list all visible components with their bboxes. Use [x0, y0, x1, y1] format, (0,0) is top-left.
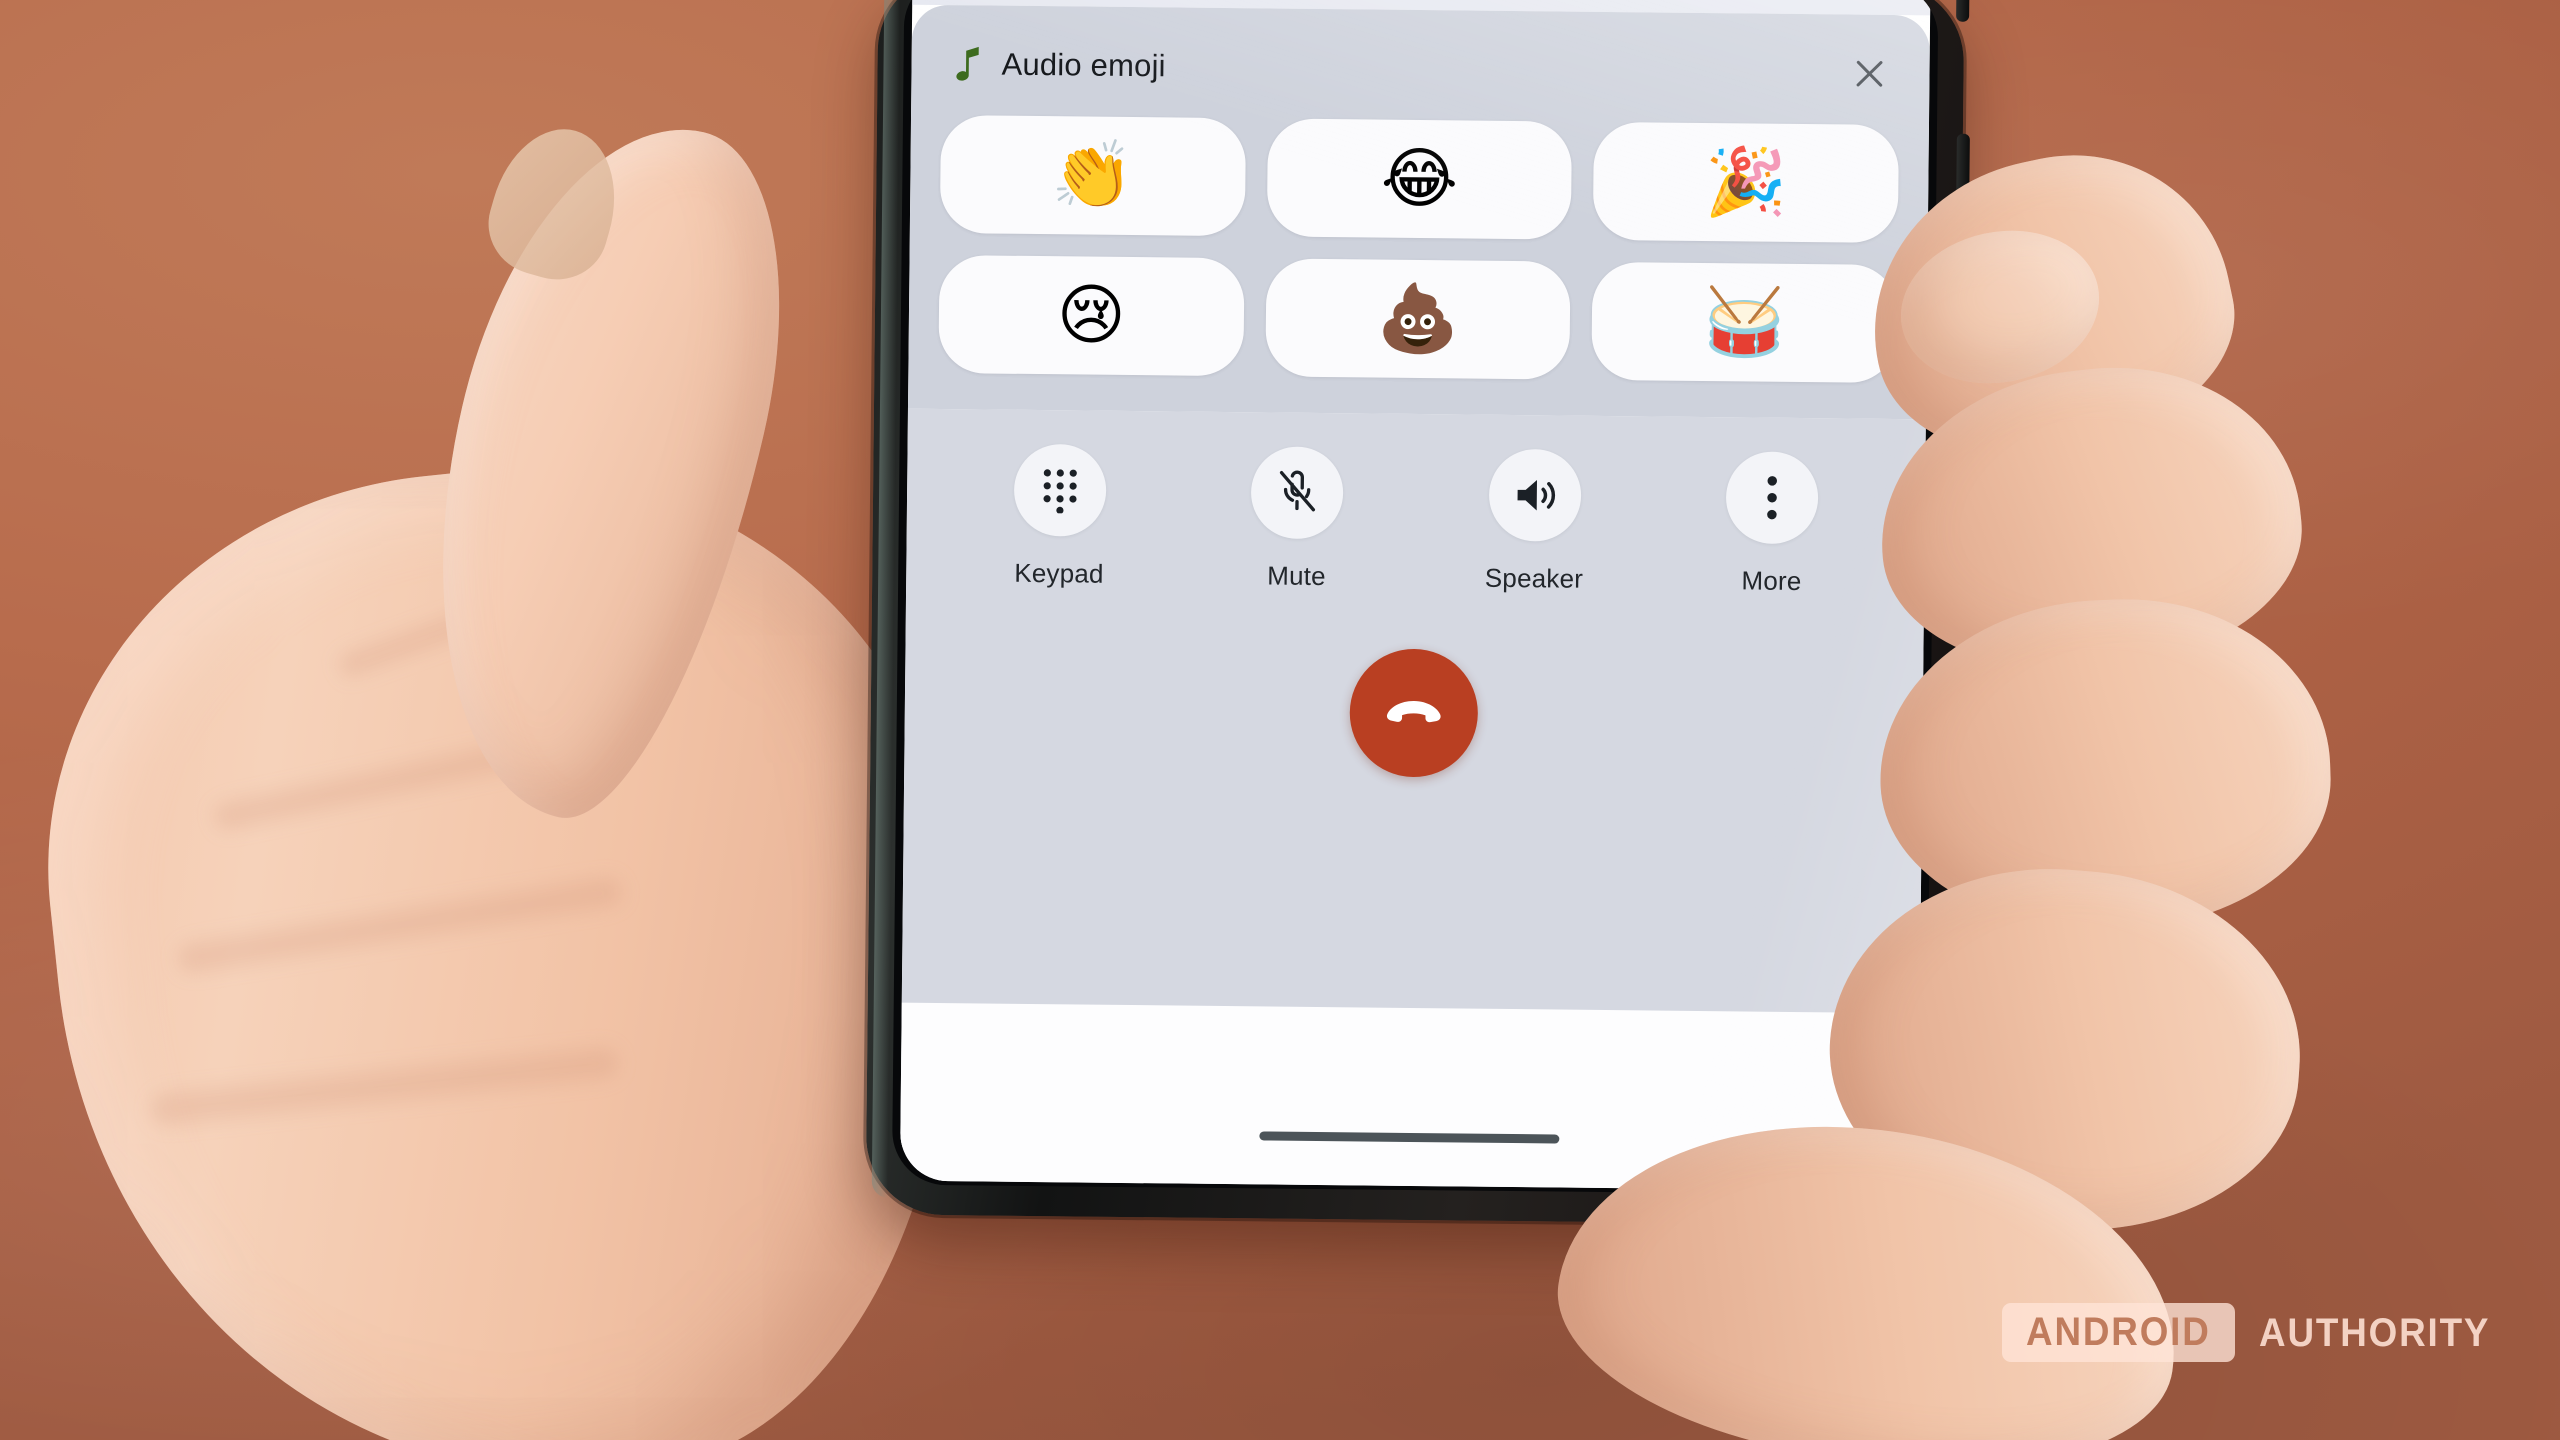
more-button[interactable] — [1725, 451, 1819, 545]
photo-scene: Audio emoji 👏 😂 🎉 😢 💩 🥁 Keypad Mute Spea… — [0, 0, 2560, 1440]
music-note-icon — [956, 46, 979, 81]
smartphone: Audio emoji 👏 😂 🎉 😢 💩 🥁 Keypad Mute Spea… — [865, 0, 1970, 1226]
mute-button[interactable] — [1250, 446, 1344, 540]
control-speaker[interactable]: Speaker — [1459, 448, 1611, 595]
audio-emoji-sheet: Audio emoji 👏 😂 🎉 😢 💩 🥁 — [907, 4, 1931, 420]
close-button[interactable] — [1847, 52, 1891, 96]
emoji-tile-face-with-tears-of-joy[interactable]: 😂 — [1266, 118, 1573, 240]
crying-face-emoji: 😢 — [1056, 276, 1127, 354]
call-end-icon — [1386, 700, 1441, 723]
mute-label: Mute — [1267, 560, 1326, 592]
phone-screen: Audio emoji 👏 😂 🎉 😢 💩 🥁 Keypad Mute Spea… — [899, 0, 1931, 1192]
gesture-navigation-bar[interactable] — [1259, 1131, 1560, 1144]
watermark-android-text: ANDROID — [2026, 1310, 2211, 1354]
emoji-tile-crying-face[interactable]: 😢 — [938, 255, 1245, 377]
close-icon — [1856, 60, 1883, 87]
control-more[interactable]: More — [1696, 451, 1848, 598]
keypad-button[interactable] — [1013, 443, 1107, 537]
audio-emoji-grid: 👏 😂 🎉 😢 💩 🥁 — [930, 93, 1907, 389]
control-mute[interactable]: Mute — [1221, 446, 1373, 593]
drum-emoji: 🥁 — [1703, 283, 1787, 361]
watermark: ANDROID AUTHORITY — [2002, 1303, 2500, 1362]
speaker-button[interactable] — [1488, 448, 1582, 542]
control-keypad[interactable]: Keypad — [984, 443, 1136, 590]
audio-emoji-header: Audio emoji — [933, 31, 1908, 103]
clapping-hands-emoji: 👏 — [1051, 136, 1135, 215]
face-with-tears-of-joy-emoji: 😂 — [1380, 139, 1459, 218]
watermark-box: ANDROID — [2002, 1303, 2235, 1362]
dialpad-icon — [1043, 469, 1077, 514]
volume-up-icon — [1517, 480, 1555, 511]
emoji-tile-clapping-hands[interactable]: 👏 — [939, 115, 1246, 237]
end-call-button[interactable] — [1349, 648, 1479, 778]
call-controls-row: Keypad Mute Speaker More — [906, 409, 1926, 599]
party-popper-emoji: 🎉 — [1704, 143, 1788, 221]
emoji-tile-pile-of-poo[interactable]: 💩 — [1264, 258, 1571, 380]
call-controls-area: Keypad Mute Speaker More — [899, 408, 1926, 1192]
end-call-row — [904, 644, 1923, 783]
keypad-label: Keypad — [1014, 557, 1104, 589]
pile-of-poo-emoji: 💩 — [1376, 279, 1460, 358]
phone-bezel: Audio emoji 👏 😂 🎉 😢 💩 🥁 Keypad Mute Spea… — [891, 0, 1939, 1196]
emoji-tile-party-popper[interactable]: 🎉 — [1593, 121, 1899, 244]
mic-off-icon — [1280, 470, 1316, 512]
watermark-authority-text: AUTHORITY — [2258, 1310, 2490, 1355]
emoji-tile-drum[interactable]: 🥁 — [1591, 261, 1898, 384]
more-vertical-icon — [1767, 476, 1778, 520]
volume-button[interactable] — [1956, 0, 1970, 22]
speaker-label: Speaker — [1484, 562, 1584, 594]
audio-emoji-title: Audio emoji — [1001, 46, 1166, 84]
more-label: More — [1741, 565, 1802, 597]
